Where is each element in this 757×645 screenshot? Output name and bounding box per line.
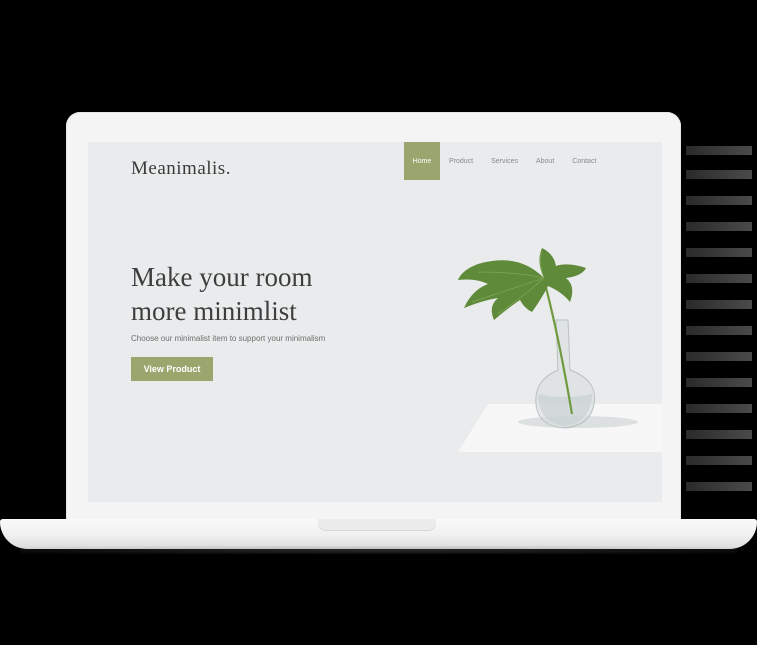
background-stripe [686,326,752,335]
monstera-leaf [458,248,586,320]
hero-subtext: Choose our minimalist item to support yo… [131,334,326,343]
view-product-button[interactable]: View Product [131,357,213,381]
nav-item-contact[interactable]: Contact [563,142,605,180]
background-stripe [686,482,752,491]
background-stripe [686,300,752,309]
laptop-base [0,519,757,549]
background-stripe [686,404,752,413]
site-nav: Home Product Services About Contact [404,142,605,180]
background-stripe [686,222,752,231]
background-stripe [686,274,752,283]
background-stripe [686,352,752,361]
background-stripe [686,146,752,155]
nav-item-home[interactable]: Home [404,142,440,180]
hero-headline-line-1: Make your room [131,262,313,292]
laptop-base-shadow [20,546,737,554]
hero-headline-line-2: more minimlist [131,296,297,326]
hero-headline: Make your room more minimlist [131,260,312,328]
laptop-screen: Meanimalis. Home Product Services About … [88,142,662,502]
background-stripe [686,430,752,439]
background-stripe [686,170,752,179]
laptop-opening-notch [318,519,436,531]
site-logo[interactable]: Meanimalis. [131,158,231,180]
plant-in-vase-image [458,248,662,452]
laptop-mockup-stage: Meanimalis. Home Product Services About … [0,0,757,645]
background-stripe [686,248,752,257]
nav-item-services[interactable]: Services [482,142,527,180]
background-stripe [686,196,752,205]
nav-item-about[interactable]: About [527,142,563,180]
background-stripe [686,456,752,465]
background-stripe [686,378,752,387]
nav-item-product[interactable]: Product [440,142,482,180]
